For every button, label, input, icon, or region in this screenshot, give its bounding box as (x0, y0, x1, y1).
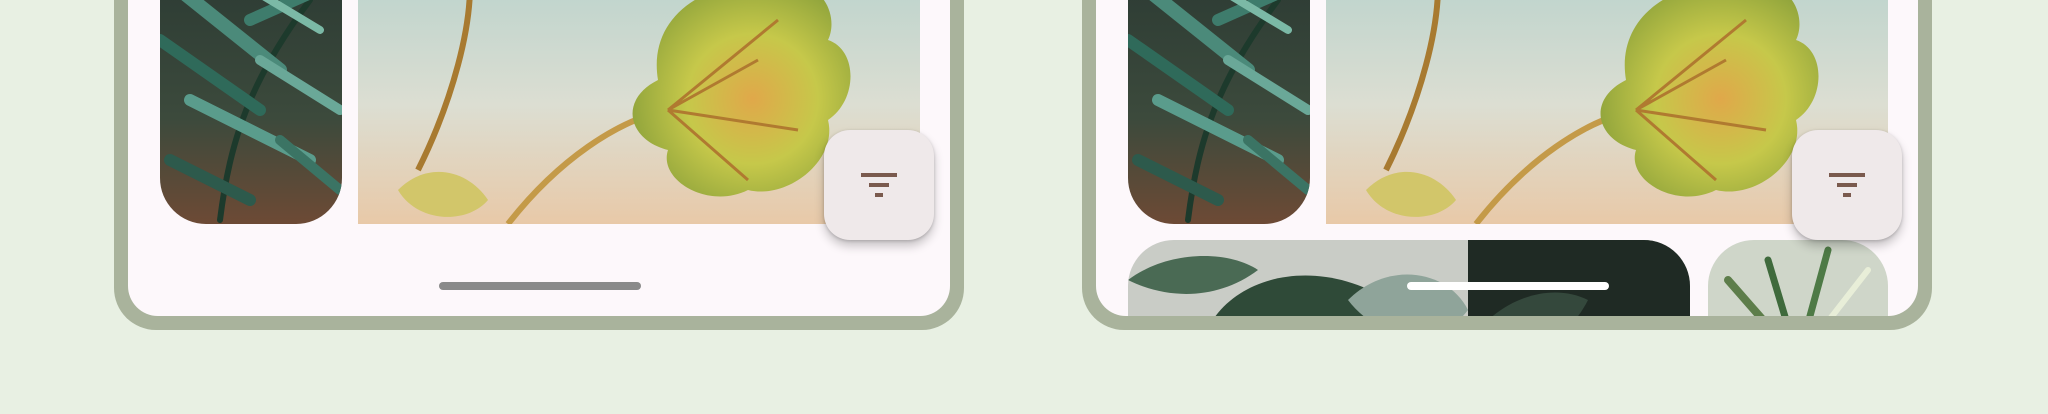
phone-frame-right (1082, 0, 1932, 330)
gesture-handle[interactable] (1407, 282, 1609, 290)
phone-screen-left (128, 0, 950, 316)
parlor-palm-image (1128, 0, 1310, 224)
gesture-handle[interactable] (439, 282, 641, 290)
filter-list-icon (1829, 173, 1865, 197)
filter-fab[interactable] (824, 130, 934, 240)
phone-screen-right (1096, 0, 1918, 316)
photo-tile-palm[interactable] (1128, 0, 1310, 224)
photo-tile-spider-plant[interactable] (1708, 240, 1888, 316)
spider-plant-image (1708, 240, 1888, 316)
parlor-palm-image (160, 0, 342, 224)
filter-list-icon (861, 173, 897, 197)
filter-fab[interactable] (1792, 130, 1902, 240)
phone-frame-left (114, 0, 964, 330)
photo-tile-palm[interactable] (160, 0, 342, 224)
photo-tile-dark-leaf[interactable] (1128, 240, 1690, 316)
dark-leaf-plant-image (1128, 240, 1690, 316)
